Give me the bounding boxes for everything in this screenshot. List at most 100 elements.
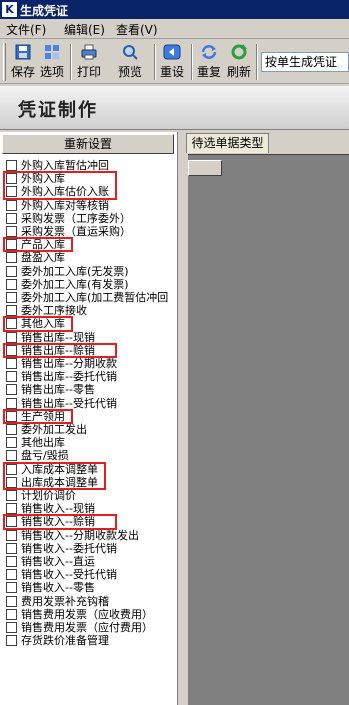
list-item[interactable]: 销售收入--委托代销 xyxy=(0,542,178,555)
checkbox[interactable] xyxy=(6,252,17,264)
list-item[interactable]: 销售收入--赊销 xyxy=(0,515,178,528)
checkbox[interactable] xyxy=(6,529,17,541)
menu-edit[interactable]: 编辑(E) xyxy=(64,21,105,38)
checkbox[interactable] xyxy=(6,265,17,277)
list-item[interactable]: 存货跌价准备管理 xyxy=(0,634,178,647)
checkbox[interactable] xyxy=(6,371,17,383)
checkbox[interactable] xyxy=(6,186,17,198)
refresh-button[interactable]: 刷新 xyxy=(225,42,253,82)
list-item[interactable]: 销售收入--现销 xyxy=(0,502,178,515)
options-button[interactable]: 选项 xyxy=(38,42,66,82)
save-button[interactable]: 保存 xyxy=(9,42,37,82)
list-item[interactable]: 销售出库--现销 xyxy=(0,331,178,344)
reset-button[interactable]: 重设 xyxy=(158,42,186,82)
list-item[interactable]: 销售收入--直运 xyxy=(0,555,178,568)
checkbox[interactable] xyxy=(6,318,17,330)
checkbox[interactable] xyxy=(6,239,17,251)
list-item-label: 销售收入--受托代销 xyxy=(21,568,117,582)
list-item[interactable]: 外购入库对等核销 xyxy=(0,199,178,212)
list-item[interactable]: 其他入库 xyxy=(0,317,178,330)
checkbox[interactable] xyxy=(6,503,17,515)
checkbox[interactable] xyxy=(6,344,17,356)
list-item-label: 销售出库--零售 xyxy=(21,383,95,397)
list-item[interactable]: 销售出库--赊销 xyxy=(0,344,178,357)
list-item[interactable]: 委外加工入库(无发票) xyxy=(0,265,178,278)
list-item-label: 销售出库--赊销 xyxy=(21,343,95,357)
checkbox[interactable] xyxy=(6,516,17,528)
checkbox[interactable] xyxy=(6,278,17,290)
checkbox[interactable] xyxy=(6,199,17,211)
checkbox[interactable] xyxy=(6,450,17,462)
checkbox[interactable] xyxy=(6,331,17,343)
list-item[interactable]: 委外工序接收 xyxy=(0,304,178,317)
menu-file[interactable]: 文件(F) xyxy=(6,21,46,38)
checkbox[interactable] xyxy=(6,424,17,435)
list-item[interactable]: 销售收入--分期收款发出 xyxy=(0,529,178,542)
repeat-button[interactable]: 重复 xyxy=(195,42,223,82)
reset-settings-button[interactable]: 重新设置 xyxy=(2,134,174,154)
list-item[interactable]: 委外加工入库(有发票) xyxy=(0,278,178,291)
checkbox[interactable] xyxy=(6,476,17,488)
checkbox[interactable] xyxy=(6,226,17,237)
checkbox[interactable] xyxy=(6,397,17,409)
checkbox[interactable] xyxy=(6,437,17,449)
list-item[interactable]: 盘盈入库 xyxy=(0,251,178,264)
list-item[interactable]: 委外加工发出 xyxy=(0,423,178,436)
list-item[interactable]: 销售出库--零售 xyxy=(0,383,178,396)
checkbox[interactable] xyxy=(6,160,17,171)
list-item[interactable]: 销售出库--受托代销 xyxy=(0,397,178,410)
list-item[interactable]: 销售出库--委托代销 xyxy=(0,370,178,383)
toolbar-grip[interactable] xyxy=(3,43,6,81)
window-title: 生成凭证 xyxy=(20,4,69,18)
checkbox[interactable] xyxy=(6,173,17,185)
checkbox[interactable] xyxy=(6,542,17,554)
checkbox[interactable] xyxy=(6,595,17,607)
list-item[interactable]: 销售收入--零售 xyxy=(0,581,178,594)
list-item-label: 销售出库--受托代销 xyxy=(21,396,117,410)
checkbox[interactable] xyxy=(6,384,17,396)
checkbox[interactable] xyxy=(6,635,17,647)
list-item[interactable]: 采购发票（工序委外） xyxy=(0,212,178,225)
list-item[interactable]: 出库成本调整单 xyxy=(0,476,178,489)
voucher-mode-select[interactable]: 按单生成凭证 xyxy=(261,52,349,72)
list-item[interactable]: 计划价调价 xyxy=(0,489,178,502)
checkbox[interactable] xyxy=(6,569,17,581)
list-item[interactable]: 外购入库暂估冲回 xyxy=(0,159,178,172)
refresh-label: 刷新 xyxy=(226,65,251,79)
list-item[interactable]: 委外加工入库(加工费暂估冲回 xyxy=(0,291,178,304)
list-item[interactable]: 销售出库--分期收款 xyxy=(0,357,178,370)
checkbox[interactable] xyxy=(6,410,17,422)
list-item-label: 委外加工入库(有发票) xyxy=(21,277,129,291)
list-item[interactable]: 产品入库 xyxy=(0,238,178,251)
list-item[interactable]: 费用发票补充钩稽 xyxy=(0,595,178,608)
checkbox[interactable] xyxy=(6,556,17,567)
checkbox[interactable] xyxy=(6,490,17,501)
list-item-label: 外购入库 xyxy=(21,172,65,186)
checkbox[interactable] xyxy=(6,358,17,369)
checkbox[interactable] xyxy=(6,622,17,633)
print-button[interactable]: 打印 xyxy=(75,42,103,82)
checkbox[interactable] xyxy=(6,305,17,317)
list-item[interactable]: 入库成本调整单 xyxy=(0,463,178,476)
checkbox[interactable] xyxy=(6,608,17,620)
list-item[interactable]: 销售收入--受托代销 xyxy=(0,568,178,581)
list-item[interactable]: 销售费用发票（应付费用） xyxy=(0,621,178,634)
list-item[interactable]: 其他出库 xyxy=(0,436,178,449)
list-item[interactable]: 销售费用发票（应收费用） xyxy=(0,608,178,621)
checkbox[interactable] xyxy=(6,582,17,594)
tab-pending-document-types[interactable]: 待选单据类型 xyxy=(186,133,269,153)
list-item[interactable]: 生产领用 xyxy=(0,410,178,423)
list-item[interactable]: 外购入库估价入账 xyxy=(0,185,178,198)
panel-splitter[interactable] xyxy=(178,132,186,705)
menu-view[interactable]: 查看(V) xyxy=(116,21,158,38)
repeat-icon xyxy=(201,45,217,59)
list-item[interactable]: 采购发票（直运采购） xyxy=(0,225,178,238)
checkbox[interactable] xyxy=(6,292,17,303)
list-item-label: 委外加工入库(无发票) xyxy=(21,264,129,278)
pending-documents-grid[interactable] xyxy=(188,154,349,705)
checkbox[interactable] xyxy=(6,212,17,224)
checkbox[interactable] xyxy=(6,463,17,475)
preview-button[interactable]: 预览 xyxy=(116,42,144,82)
list-item[interactable]: 外购入库 xyxy=(0,172,178,185)
list-item[interactable]: 盘亏/毁损 xyxy=(0,449,178,462)
